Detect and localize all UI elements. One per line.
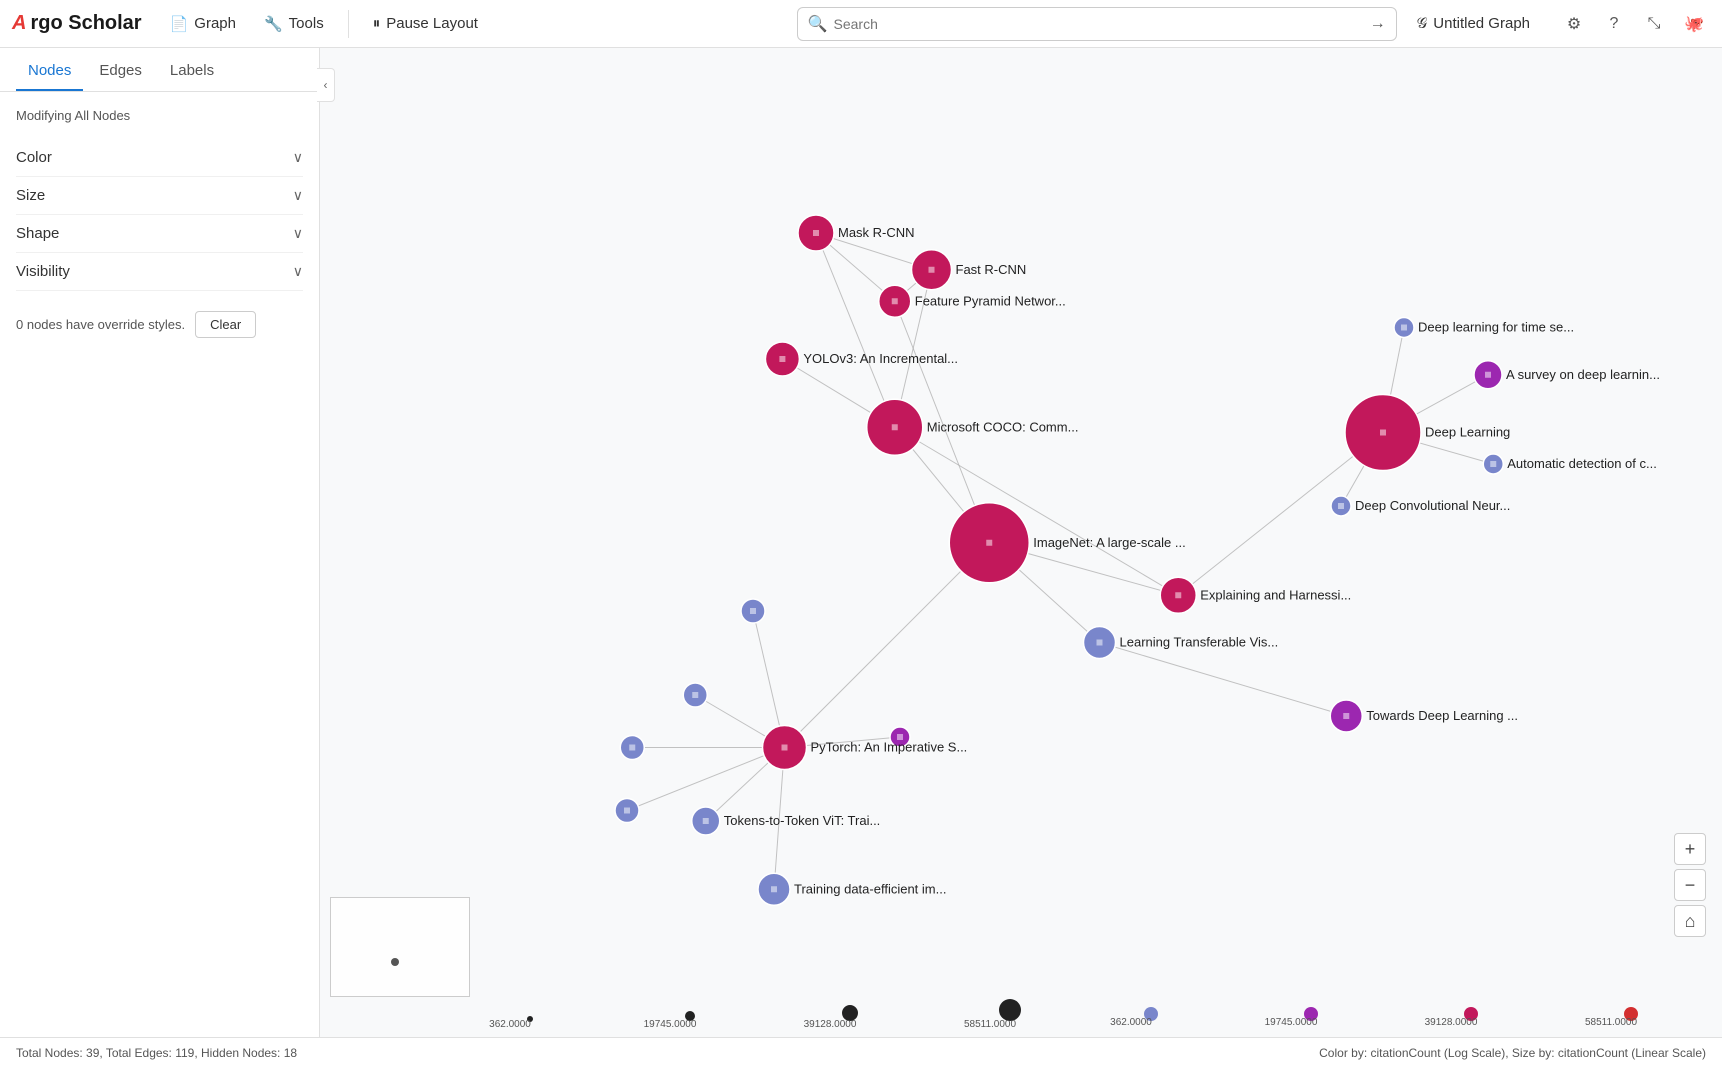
status-left: Total Nodes: 39, Total Edges: 119, Hidde… bbox=[16, 1046, 297, 1060]
pause-layout-button[interactable]: ⏸ Pause Layout bbox=[361, 9, 490, 38]
graph-nav-icon: 📄 bbox=[170, 15, 189, 33]
svg-text:19745.0000: 19745.0000 bbox=[644, 1019, 697, 1029]
project-title[interactable]: 𝒢 Untitled Graph bbox=[1405, 9, 1542, 38]
svg-text:362.0000: 362.0000 bbox=[489, 1019, 531, 1029]
collapse-button[interactable]: ⤡ bbox=[1638, 8, 1670, 40]
logo-text: rgo Scholar bbox=[30, 12, 141, 35]
search-input[interactable] bbox=[834, 16, 1370, 32]
project-title-label: Untitled Graph bbox=[1433, 15, 1530, 32]
tools-nav-label: Tools bbox=[289, 15, 324, 32]
edges-group bbox=[627, 233, 1493, 889]
zoom-controls: + − ⌂ bbox=[1674, 833, 1706, 937]
legend: 362.0000 19745.0000 39128.0000 58511.000… bbox=[480, 999, 1722, 1029]
svg-text:Towards Deep Learning ...: Towards Deep Learning ... bbox=[1366, 708, 1518, 723]
main-layout: ‹ Nodes Edges Labels Modifying All Nodes… bbox=[0, 48, 1722, 1037]
svg-text:Tokens-to-Token ViT: Trai...: Tokens-to-Token ViT: Trai... bbox=[724, 813, 881, 828]
svg-text:58511.0000: 58511.0000 bbox=[1585, 1017, 1638, 1028]
search-bar: 🔍 → bbox=[797, 7, 1397, 41]
header-nav: 📄 Graph 🔧 Tools bbox=[158, 9, 336, 39]
header-icons: ⚙ ? ⤡ 🐙 bbox=[1558, 8, 1710, 40]
visibility-chevron-icon: ∨ bbox=[293, 263, 303, 280]
project-icon: 𝒢 bbox=[1417, 15, 1428, 32]
tab-edges[interactable]: Edges bbox=[87, 48, 154, 91]
graph-svg: Mask R-CNN Fast R-CNN Feature Pyramid Netw… bbox=[320, 48, 1722, 1037]
svg-text:Microsoft COCO: Comm...: Microsoft COCO: Comm... bbox=[927, 419, 1079, 434]
labels-group: Mask R-CNN Fast R-CNN Feature Pyramid Netw… bbox=[724, 225, 1660, 896]
svg-text:Training data-efficient im...: Training data-efficient im... bbox=[794, 881, 946, 896]
logo-a: A bbox=[12, 12, 26, 35]
search-icon: 🔍 bbox=[808, 14, 828, 34]
svg-text:Deep Convolutional Neur...: Deep Convolutional Neur... bbox=[1355, 498, 1510, 513]
graph-canvas[interactable]: Mask R-CNN Fast R-CNN Feature Pyramid Netw… bbox=[320, 48, 1722, 1037]
size-chevron-icon: ∨ bbox=[293, 187, 303, 204]
sidebar: ‹ Nodes Edges Labels Modifying All Nodes… bbox=[0, 48, 320, 1037]
svg-text:Automatic detection of c...: Automatic detection of c... bbox=[1507, 456, 1657, 471]
svg-text:PyTorch: An Imperative S...: PyTorch: An Imperative S... bbox=[811, 740, 968, 755]
tab-bar: Nodes Edges Labels bbox=[0, 48, 319, 92]
svg-text:Learning Transferable Vis...: Learning Transferable Vis... bbox=[1120, 635, 1279, 650]
help-button[interactable]: ? bbox=[1598, 8, 1630, 40]
github-button[interactable]: 🐙 bbox=[1678, 8, 1710, 40]
svg-text:58511.0000: 58511.0000 bbox=[964, 1019, 1017, 1029]
pause-label: Pause Layout bbox=[386, 15, 478, 32]
tools-nav-icon: 🔧 bbox=[264, 15, 283, 33]
visibility-property-row[interactable]: Visibility ∨ bbox=[16, 253, 303, 291]
status-bar: Total Nodes: 39, Total Edges: 119, Hidde… bbox=[0, 1037, 1722, 1067]
svg-text:362.0000: 362.0000 bbox=[1110, 1017, 1152, 1028]
modifying-label: Modifying All Nodes bbox=[16, 108, 303, 123]
size-label: Size bbox=[16, 187, 45, 204]
tab-nodes[interactable]: Nodes bbox=[16, 48, 83, 91]
shape-label: Shape bbox=[16, 225, 59, 242]
size-legend-svg: 362.0000 19745.0000 39128.0000 58511.000… bbox=[480, 999, 1101, 1029]
size-legend: 362.0000 19745.0000 39128.0000 58511.000… bbox=[480, 999, 1722, 1029]
search-arrow-icon[interactable]: → bbox=[1370, 15, 1386, 33]
shape-property-row[interactable]: Shape ∨ bbox=[16, 215, 303, 253]
svg-text:Feature Pyramid Networ...: Feature Pyramid Networ... bbox=[915, 293, 1066, 308]
svg-text:A survey on deep learnin...: A survey on deep learnin... bbox=[1506, 367, 1660, 382]
logo: A rgo Scholar bbox=[12, 12, 142, 35]
svg-text:19745.0000: 19745.0000 bbox=[1265, 1017, 1318, 1028]
visibility-label: Visibility bbox=[16, 263, 70, 280]
tools-nav-item[interactable]: 🔧 Tools bbox=[252, 9, 336, 39]
minimap-dot bbox=[391, 958, 399, 966]
svg-text:39128.0000: 39128.0000 bbox=[804, 1019, 857, 1029]
color-chevron-icon: ∨ bbox=[293, 149, 303, 166]
override-row: 0 nodes have override styles. Clear bbox=[16, 311, 303, 338]
svg-text:Fast R-CNN: Fast R-CNN bbox=[956, 262, 1027, 277]
nav-divider bbox=[348, 10, 349, 38]
shape-chevron-icon: ∨ bbox=[293, 225, 303, 242]
sidebar-toggle-button[interactable]: ‹ bbox=[317, 68, 335, 102]
color-label: Color bbox=[16, 149, 52, 166]
graph-nav-label: Graph bbox=[194, 15, 236, 32]
svg-text:ImageNet: A large-scale ...: ImageNet: A large-scale ... bbox=[1033, 535, 1185, 550]
size-property-row[interactable]: Size ∨ bbox=[16, 177, 303, 215]
clear-button[interactable]: Clear bbox=[195, 311, 256, 338]
status-right: Color by: citationCount (Log Scale), Siz… bbox=[1319, 1046, 1706, 1060]
svg-text:39128.0000: 39128.0000 bbox=[1425, 1017, 1478, 1028]
color-property-row[interactable]: Color ∨ bbox=[16, 139, 303, 177]
nodes-group bbox=[615, 215, 1503, 905]
svg-text:Mask R-CNN: Mask R-CNN bbox=[838, 225, 915, 240]
zoom-out-button[interactable]: − bbox=[1674, 869, 1706, 901]
graph-nav-item[interactable]: 📄 Graph bbox=[158, 9, 248, 39]
zoom-reset-button[interactable]: ⌂ bbox=[1674, 905, 1706, 937]
svg-text:Deep Learning: Deep Learning bbox=[1425, 425, 1510, 440]
svg-text:YOLOv3: An Incremental...: YOLOv3: An Incremental... bbox=[803, 351, 958, 366]
pause-icon: ⏸ bbox=[373, 15, 381, 32]
settings-button[interactable]: ⚙ bbox=[1558, 8, 1590, 40]
svg-text:Explaining and Harnessi...: Explaining and Harnessi... bbox=[1200, 587, 1351, 602]
tab-labels[interactable]: Labels bbox=[158, 48, 226, 91]
svg-text:Deep learning for time se...: Deep learning for time se... bbox=[1418, 320, 1574, 335]
override-text: 0 nodes have override styles. bbox=[16, 317, 185, 332]
sidebar-content: Modifying All Nodes Color ∨ Size ∨ Shape… bbox=[0, 92, 319, 1037]
header: A rgo Scholar 📄 Graph 🔧 Tools ⏸ Pause La… bbox=[0, 0, 1722, 48]
zoom-in-button[interactable]: + bbox=[1674, 833, 1706, 865]
minimap bbox=[330, 897, 470, 997]
color-legend-svg: 362.0000 19745.0000 39128.0000 58511.000… bbox=[1101, 999, 1722, 1029]
